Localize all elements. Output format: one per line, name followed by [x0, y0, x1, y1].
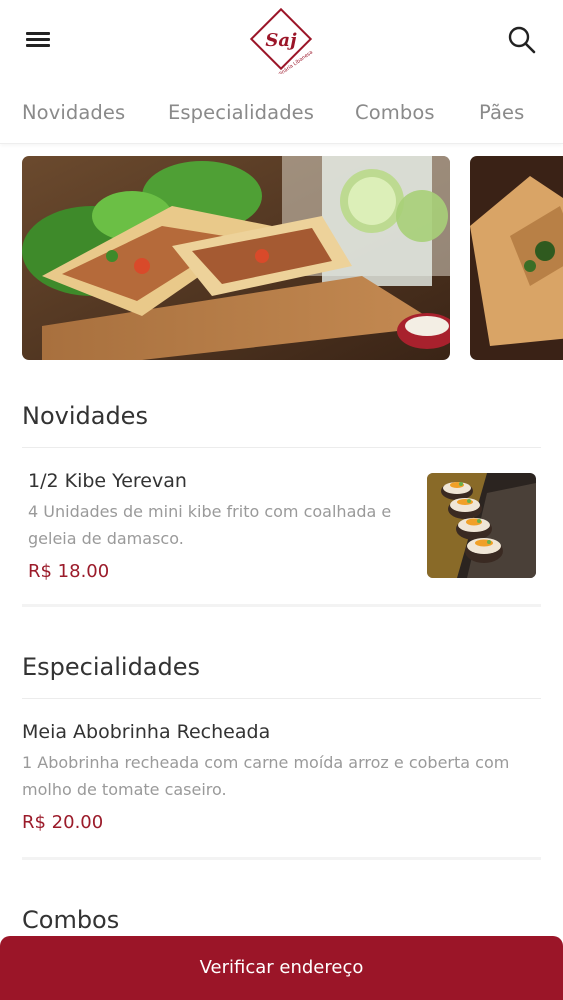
promo-banner-2[interactable]	[470, 156, 563, 360]
promo-banner-wrap[interactable]	[22, 156, 450, 360]
tab-especialidades[interactable]: Especialidades	[168, 101, 314, 124]
saj-logo[interactable]: Saj Culinária Libanesa	[246, 6, 318, 81]
item-name: 1/2 Kibe Yerevan	[28, 470, 187, 492]
item-description: 4 Unidades de mini kibe frito com coalha…	[28, 502, 392, 548]
section-title-especialidades: Especialidades	[22, 653, 201, 681]
promo-carousel[interactable]	[0, 156, 563, 361]
verify-address-button[interactable]: Verificar endereço	[0, 936, 563, 1000]
item-name: Meia Abobrinha Recheada	[22, 721, 271, 743]
app-header: Saj Culinária Libanesa	[0, 0, 563, 81]
section-separator	[22, 604, 541, 607]
tab-combos[interactable]: Combos	[355, 101, 435, 124]
section-title-combos: Combos	[22, 906, 120, 934]
search-icon[interactable]	[506, 24, 538, 56]
svg-text:Saj: Saj	[265, 30, 297, 51]
tab-novidades[interactable]: Novidades	[22, 101, 125, 124]
section-title-novidades: Novidades	[22, 402, 148, 430]
item-price: R$ 18.00	[28, 561, 110, 582]
section-separator	[22, 857, 541, 860]
category-tabs: Novidades Especialidades Combos Pães	[0, 80, 563, 144]
item-description: 1 Abobrinha recheada com carne moída arr…	[22, 753, 510, 799]
item-price: R$ 20.00	[22, 812, 104, 833]
tab-paes[interactable]: Pães	[479, 101, 524, 124]
hamburger-menu-icon[interactable]	[26, 30, 52, 50]
divider	[22, 698, 541, 699]
divider	[22, 447, 541, 448]
item-thumbnail	[427, 473, 536, 578]
